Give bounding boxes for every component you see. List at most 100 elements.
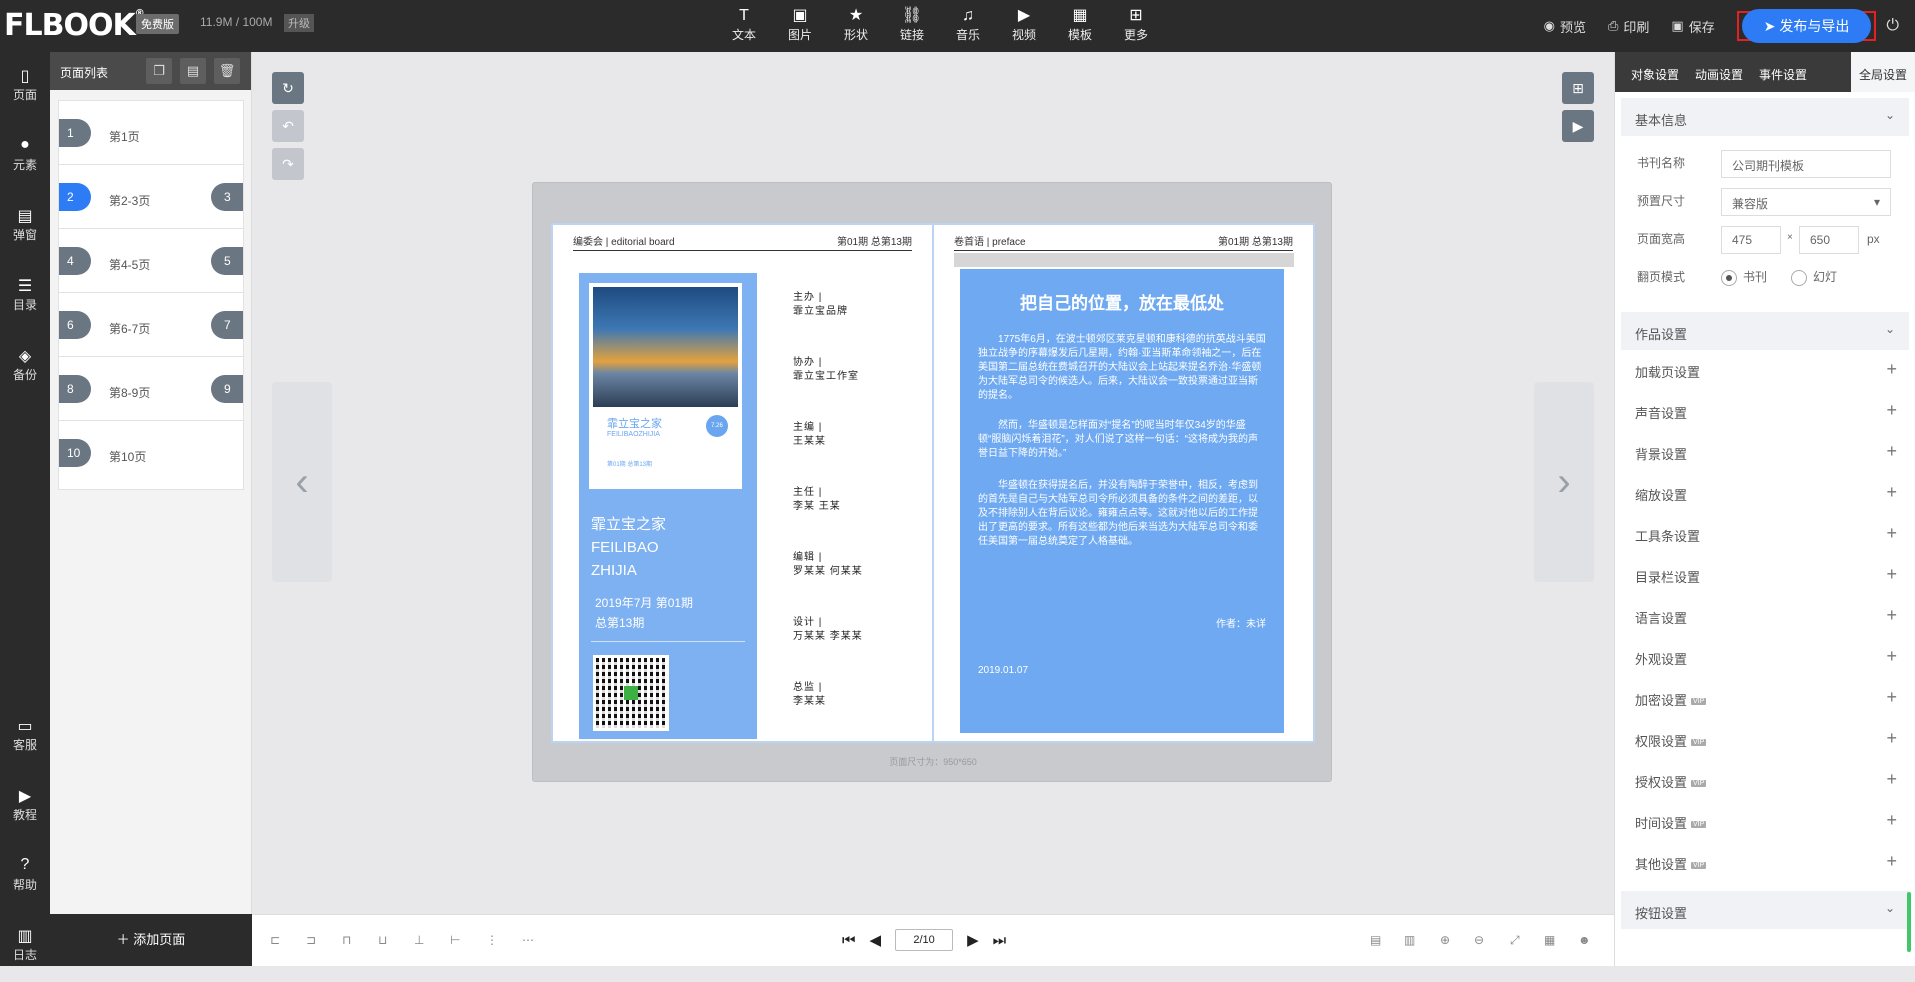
right-page[interactable]: 卷首语 | preface 第01期 总第13期 把自己的位置，放在最低处 177… xyxy=(932,223,1315,743)
next-page-arrow[interactable]: › xyxy=(1534,382,1594,582)
work-settings-section[interactable]: 作品设置 ⌄ xyxy=(1621,312,1909,350)
width-input[interactable]: 475 xyxy=(1721,226,1781,254)
setting-row[interactable]: 其他设置 VIP + xyxy=(1615,842,1915,883)
last-page-icon[interactable]: ⏭ xyxy=(993,932,1007,949)
double-page-icon[interactable]: ▥ xyxy=(1404,933,1415,947)
nav-item-bottom-0[interactable]: ▭ 客服 xyxy=(0,702,50,772)
add-page-button[interactable]: ＋ 添加页面 xyxy=(50,914,252,966)
plus-icon[interactable]: + xyxy=(1886,687,1897,708)
preset-size-select[interactable]: 兼容版 ▾ xyxy=(1721,188,1891,216)
page-thumb[interactable]: 1 第1页 xyxy=(58,100,244,170)
page-thumb[interactable]: 4 第4-5页 5 xyxy=(58,228,244,298)
setting-row[interactable]: 加载页设置 + xyxy=(1615,350,1915,391)
grid-icon[interactable]: ▦ xyxy=(1544,933,1555,947)
left-page[interactable]: 编委会 | editorial board 第01期 总第13期 霏立宝之家 FE… xyxy=(551,223,934,743)
plus-icon[interactable]: + xyxy=(1886,769,1897,790)
setting-row[interactable]: 背景设置 + xyxy=(1615,432,1915,473)
save-button[interactable]: ▣ 保存 xyxy=(1671,17,1714,36)
tool-3[interactable]: ⛓ 链接 xyxy=(884,6,940,43)
tool-1[interactable]: ▣ 图片 xyxy=(772,6,828,43)
scrollbar[interactable] xyxy=(1907,892,1911,952)
page-number-input[interactable]: 2/10 xyxy=(895,929,954,951)
plus-icon[interactable]: + xyxy=(1886,851,1897,872)
nav-item-top-1[interactable]: ● 元素 xyxy=(0,122,50,192)
distribute-h-icon[interactable]: ⋮ xyxy=(486,933,498,947)
plus-icon[interactable]: + xyxy=(1886,400,1897,421)
setting-row[interactable]: 目录栏设置 + xyxy=(1615,555,1915,596)
add-layer-icon[interactable]: ⊞ xyxy=(1562,72,1594,104)
nav-item-bottom-2[interactable]: ? 帮助 xyxy=(0,842,50,912)
page-thumb[interactable]: 8 第8-9页 9 xyxy=(58,356,244,426)
page-thumb[interactable]: 10 第10页 xyxy=(58,420,244,490)
tool-6[interactable]: ▦ 模板 xyxy=(1052,6,1108,43)
setting-row[interactable]: 声音设置 + xyxy=(1615,391,1915,432)
preview-button[interactable]: ◉ 预览 xyxy=(1544,17,1586,36)
refresh-icon[interactable]: ↻ xyxy=(272,72,304,104)
book-name-input[interactable]: 公司期刊模板 xyxy=(1721,150,1891,178)
single-page-icon[interactable]: ▤ xyxy=(1370,933,1381,947)
play-icon[interactable]: ▶ xyxy=(1562,110,1594,142)
first-page-icon[interactable]: ⏮ xyxy=(842,932,856,949)
undo-icon[interactable]: ↶ xyxy=(272,110,304,142)
button-settings-section[interactable]: 按钮设置 ⌄ xyxy=(1621,891,1909,929)
plus-icon[interactable]: + xyxy=(1886,646,1897,667)
plus-icon[interactable]: + xyxy=(1886,359,1897,380)
tab-2[interactable]: 事件设置 xyxy=(1751,52,1815,92)
align-middle-icon[interactable]: ⊢ xyxy=(450,933,460,947)
setting-row[interactable]: 缩放设置 + xyxy=(1615,473,1915,514)
redo-icon[interactable]: ↷ xyxy=(272,148,304,180)
preface-box[interactable]: 把自己的位置，放在最低处 1775年6月，在波士顿郊区莱克星顿和康科德的抗英战斗… xyxy=(960,269,1284,733)
mode-book-radio[interactable]: 书刊 xyxy=(1721,268,1767,286)
upgrade-button[interactable]: 升级 xyxy=(284,14,314,32)
prev-page-icon[interactable]: ◀ xyxy=(870,931,882,949)
tool-0[interactable]: T 文本 xyxy=(716,6,772,43)
tool-7[interactable]: ⊞ 更多 xyxy=(1108,6,1164,43)
duplicate-page-icon[interactable]: ❐ xyxy=(146,58,172,84)
setting-row[interactable]: 加密设置 VIP + xyxy=(1615,678,1915,719)
app-logo[interactable]: FLBOOK® xyxy=(4,8,145,43)
plus-icon[interactable]: + xyxy=(1886,728,1897,749)
setting-row[interactable]: 语言设置 + xyxy=(1615,596,1915,637)
nav-item-top-2[interactable]: ▤ 弹窗 xyxy=(0,192,50,262)
align-left-icon[interactable]: ⊏ xyxy=(270,933,280,947)
cover-card[interactable]: 霏立宝之家 FEILIBAOZHIJIA 7.26 2019 第01期 总第13… xyxy=(579,273,757,739)
delete-page-icon[interactable]: 🗑 xyxy=(214,58,240,84)
nav-item-top-4[interactable]: ◈ 备份 xyxy=(0,332,50,402)
zoom-in-icon[interactable]: ⊕ xyxy=(1440,933,1450,947)
align-right-icon[interactable]: ⊐ xyxy=(306,933,316,947)
tool-4[interactable]: ♫ 音乐 xyxy=(940,6,996,43)
tab-1[interactable]: 动画设置 xyxy=(1687,52,1751,92)
nav-item-top-3[interactable]: ☰ 目录 xyxy=(0,262,50,332)
align-center-icon[interactable]: ⊥ xyxy=(414,933,424,947)
setting-row[interactable]: 外观设置 + xyxy=(1615,637,1915,678)
tool-5[interactable]: ▶ 视频 xyxy=(996,6,1052,43)
next-page-icon[interactable]: ▶ xyxy=(967,931,979,949)
plus-icon[interactable]: + xyxy=(1886,810,1897,831)
basic-info-section[interactable]: 基本信息 ⌄ xyxy=(1621,98,1909,136)
print-button[interactable]: ⎙ 印刷 xyxy=(1608,17,1649,36)
align-top-icon[interactable]: ⊓ xyxy=(342,933,351,947)
face-icon[interactable]: ☻ xyxy=(1578,933,1591,947)
plus-icon[interactable]: + xyxy=(1886,482,1897,503)
zoom-out-icon[interactable]: ⊖ xyxy=(1474,933,1484,947)
power-icon[interactable]: ⏻ xyxy=(1886,17,1899,35)
copy-page-icon[interactable]: ▤ xyxy=(180,58,206,84)
prev-page-arrow[interactable]: ‹ xyxy=(272,382,332,582)
setting-row[interactable]: 权限设置 VIP + xyxy=(1615,719,1915,760)
height-input[interactable]: 650 xyxy=(1799,226,1859,254)
distribute-v-icon[interactable]: ⋯ xyxy=(522,933,534,947)
publish-export-button[interactable]: ➤ 发布与导出 xyxy=(1741,9,1872,43)
setting-row[interactable]: 工具条设置 + xyxy=(1615,514,1915,555)
nav-item-top-0[interactable]: ▯ 页面 xyxy=(0,52,50,122)
nav-item-bottom-3[interactable]: ▥ 日志 xyxy=(0,912,50,982)
plus-icon[interactable]: + xyxy=(1886,605,1897,626)
tab-0[interactable]: 对象设置 xyxy=(1623,52,1687,92)
page-thumb[interactable]: 2 第2-3页 3 xyxy=(58,164,244,234)
plus-icon[interactable]: + xyxy=(1886,523,1897,544)
setting-row[interactable]: 授权设置 VIP + xyxy=(1615,760,1915,801)
mode-slide-radio[interactable]: 幻灯 xyxy=(1791,268,1837,286)
fit-icon[interactable]: ⤢ xyxy=(1510,933,1520,948)
align-bottom-icon[interactable]: ⊔ xyxy=(378,933,387,947)
nav-item-bottom-1[interactable]: ▶ 教程 xyxy=(0,772,50,842)
tab-3[interactable]: 全局设置 xyxy=(1850,52,1915,92)
